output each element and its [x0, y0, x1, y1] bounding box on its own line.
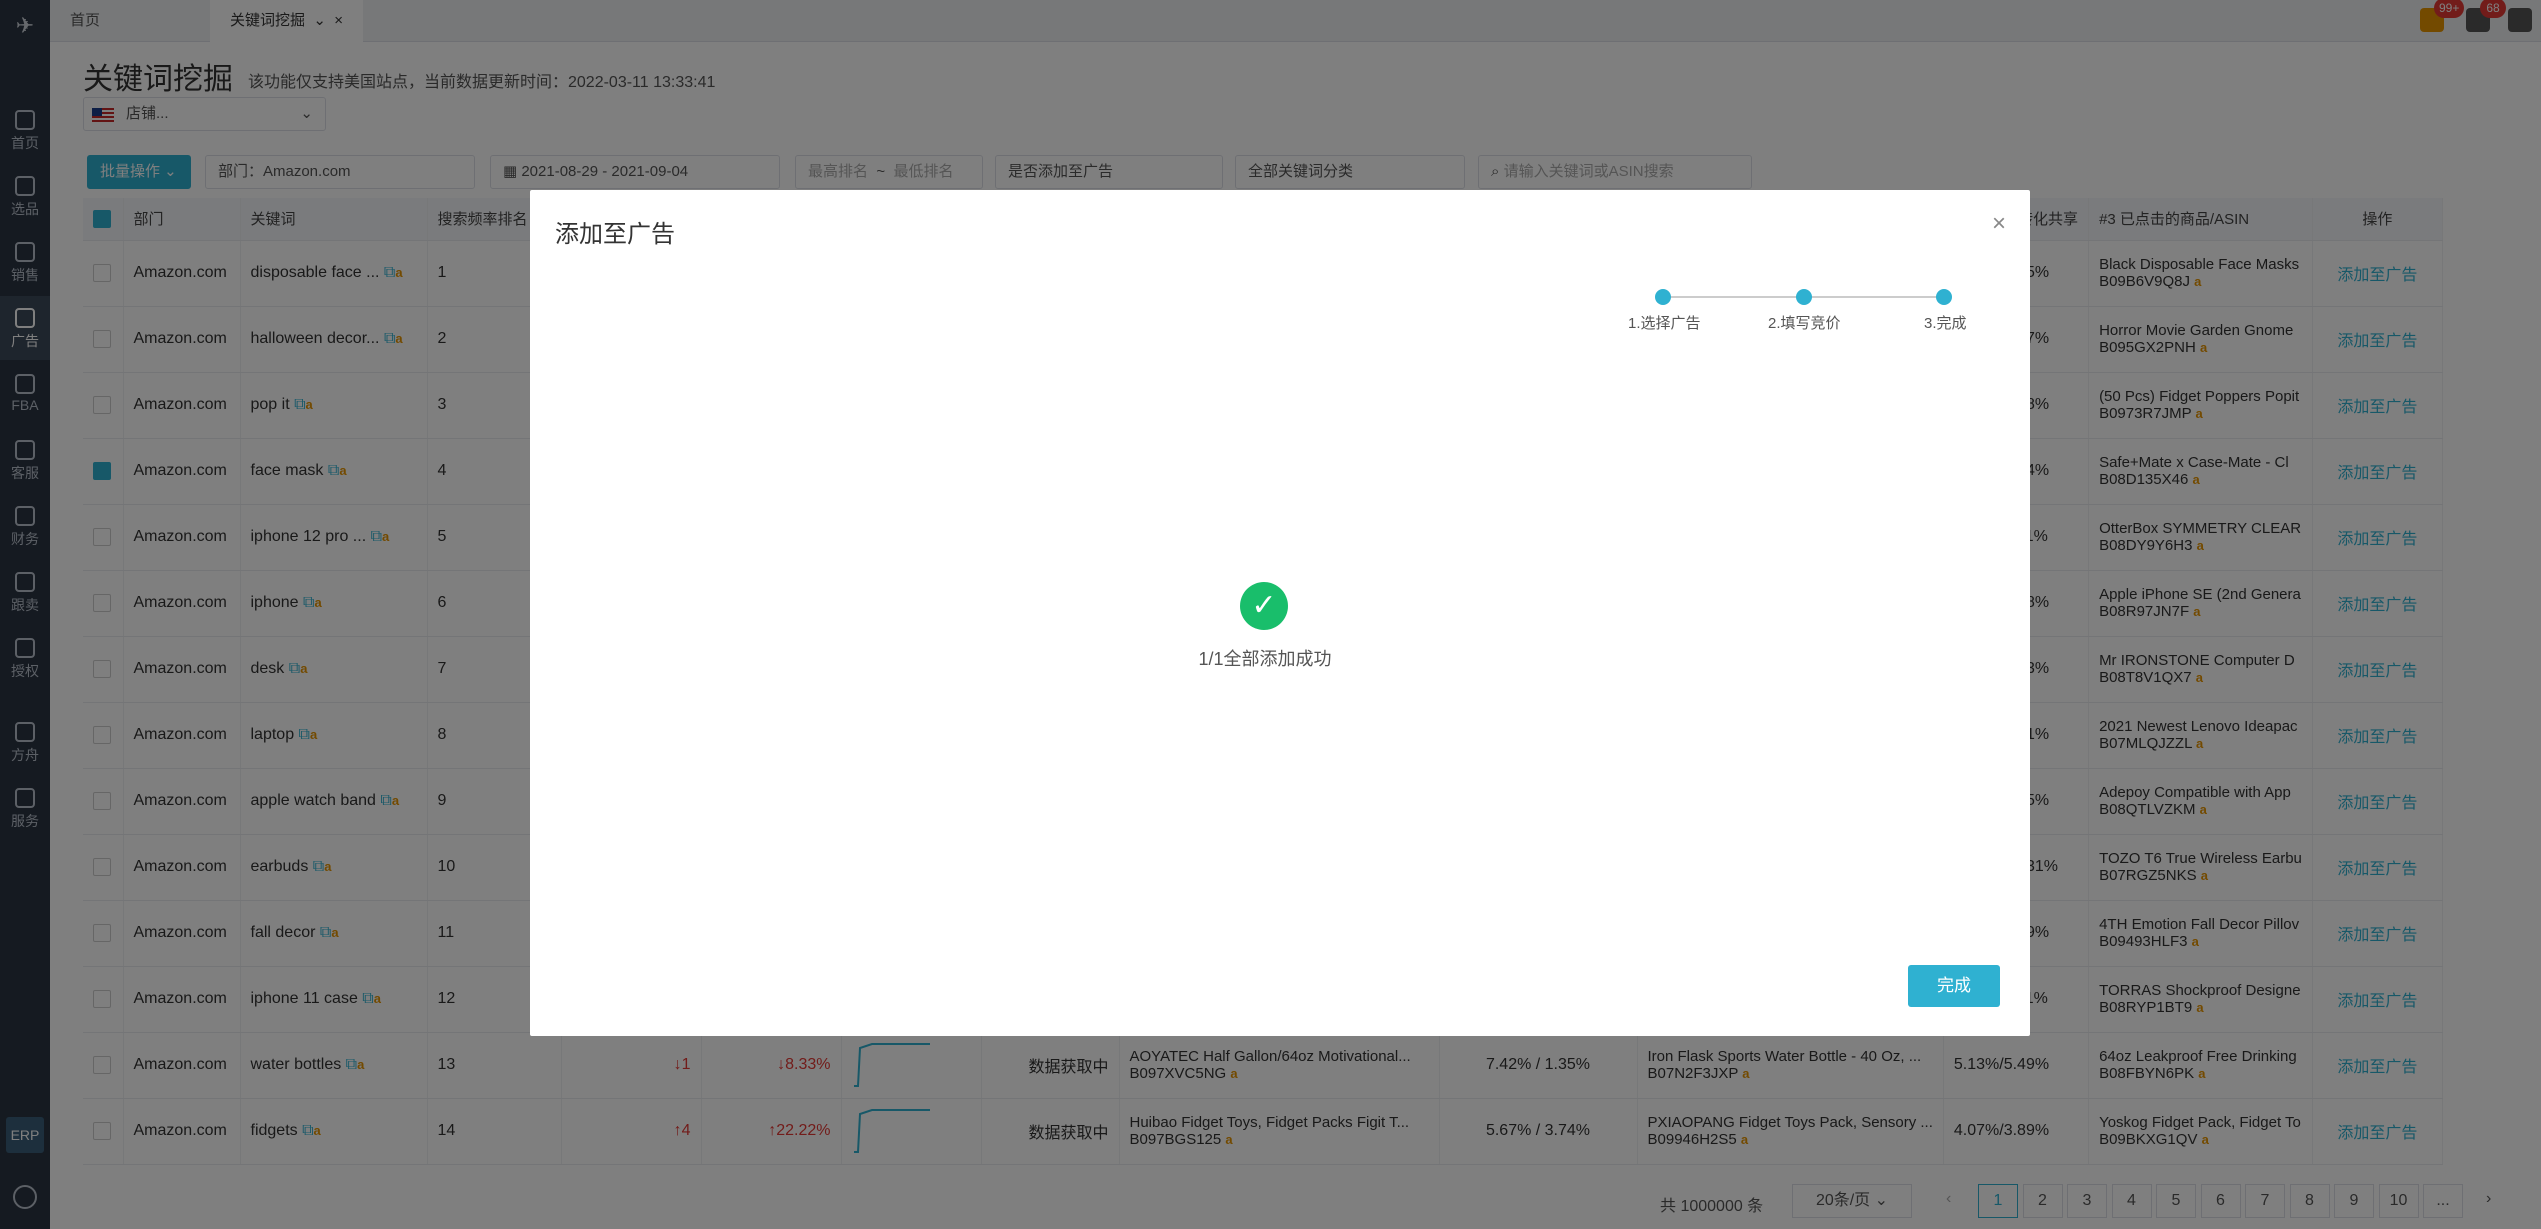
success-check-icon: ✓ — [1240, 582, 1288, 630]
progress-steps: 1.选择广告 2.填写竞价 3.完成 — [1628, 286, 1970, 346]
step-label-2: 2.填写竞价 — [1768, 315, 1841, 332]
step-label-1: 1.选择广告 — [1628, 315, 1701, 332]
done-button[interactable]: 完成 — [1908, 965, 2000, 1007]
success-message: 1/1全部添加成功 — [1198, 649, 1332, 669]
add-to-ad-modal: 添加至广告 × 1.选择广告 2.填写竞价 3.完成 ✓ 1/1全部添加成功 完… — [530, 190, 2030, 1036]
close-icon[interactable]: × — [1992, 210, 2006, 238]
step-dot-2 — [1796, 289, 1812, 305]
step-dot-1 — [1655, 289, 1671, 305]
step-dot-3 — [1936, 289, 1952, 305]
modal-title: 添加至广告 — [555, 221, 675, 248]
step-label-3: 3.完成 — [1924, 315, 1967, 332]
